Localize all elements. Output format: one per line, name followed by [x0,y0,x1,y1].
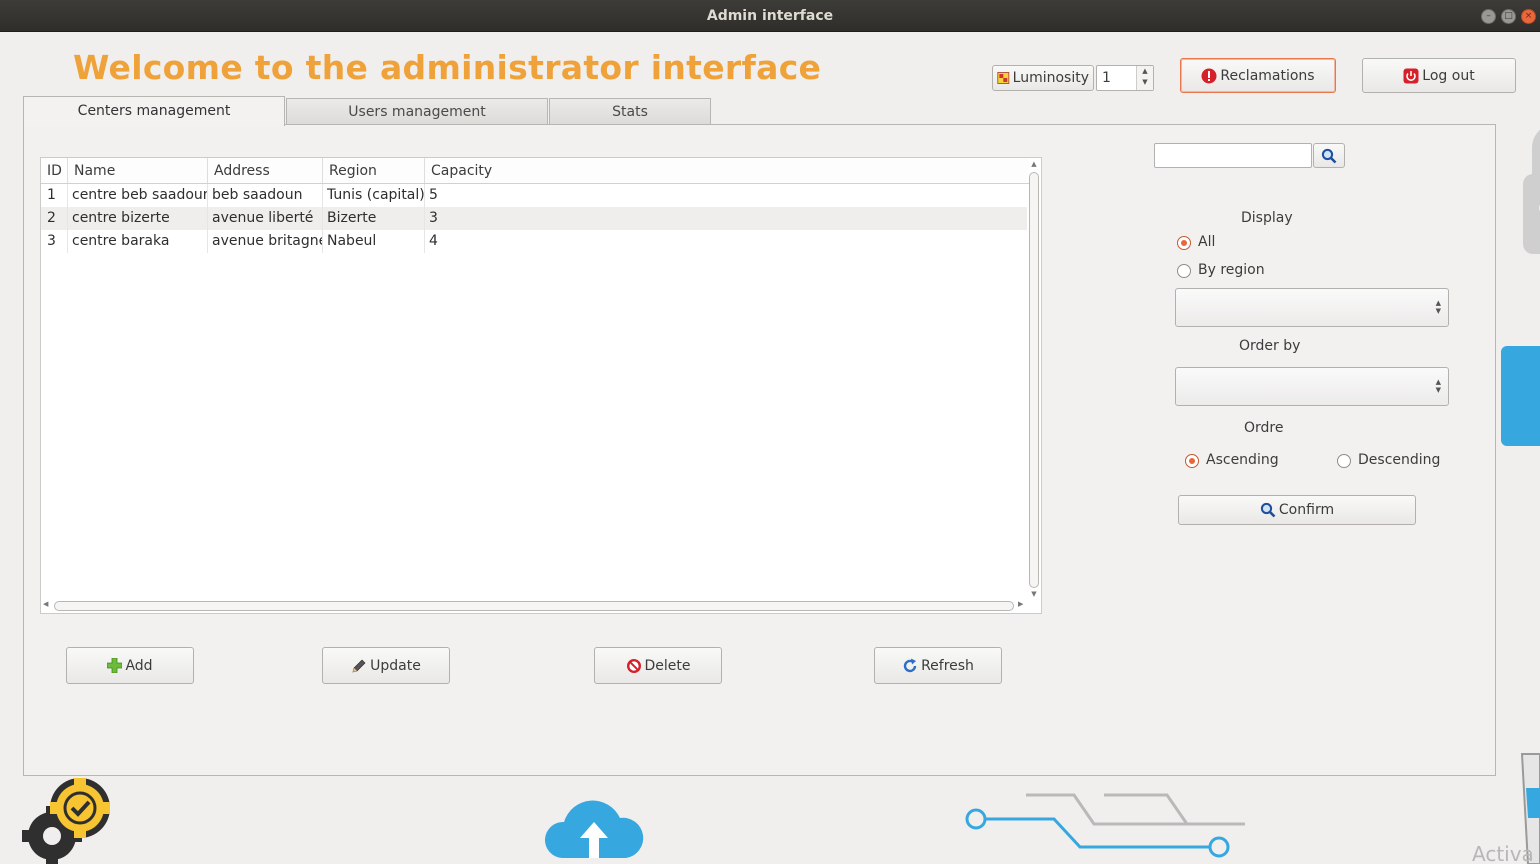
column-header-name[interactable]: Name [68,158,208,183]
descending-radio[interactable] [1337,454,1351,468]
vertical-scroll-track[interactable] [1029,172,1039,588]
table-header: ID Name Address Region Capacity [41,158,1029,184]
column-header-capacity[interactable]: Capacity [425,158,1029,183]
table-row[interactable]: 3 centre baraka avenue britagne Nabeul 4 [41,230,1027,253]
blue-decoration [1501,346,1540,446]
scroll-up-icon[interactable]: ▲ [1028,160,1040,168]
cell-id: 1 [41,184,68,207]
minimize-icon[interactable]: – [1481,9,1496,24]
window-titlebar: Admin interface – □ × [0,0,1540,32]
display-all-label[interactable]: All [1198,234,1215,250]
search-button[interactable] [1313,143,1345,168]
cell-capacity: 4 [429,233,438,249]
cloud-upload-icon [544,800,644,858]
gear-check-icon [22,778,110,864]
cell-address: avenue britagne [206,230,323,253]
display-all-radio[interactable] [1177,236,1191,250]
cell-id: 2 [41,207,68,230]
select-arrows-icon: ▲ ▼ [1435,299,1441,315]
cell-address: avenue liberté [206,207,323,230]
scroll-down-icon[interactable]: ▼ [1028,590,1040,598]
horizontal-scroll-track[interactable] [54,601,1014,611]
alert-icon [1201,68,1217,83]
refresh-button[interactable]: Refresh [874,647,1002,684]
cell-region: Tunis (capital) [321,184,425,207]
order-by-select[interactable]: ▲ ▼ [1175,367,1449,406]
display-label: Display [1241,210,1293,226]
search-icon [1321,148,1337,163]
welcome-heading: Welcome to the administrator interface [73,48,822,87]
update-label: Update [370,657,421,674]
forbidden-icon [626,658,641,673]
activation-watermark: Activa [1472,842,1534,864]
order-by-label: Order by [1239,338,1301,354]
cell-capacity: 5 [429,187,438,203]
column-header-region[interactable]: Region [323,158,425,183]
logout-label: Log out [1422,67,1475,84]
select-arrows-icon: ▲ ▼ [1435,378,1441,394]
tab-stats[interactable]: Stats [549,98,711,125]
add-label: Add [125,657,153,674]
confirm-label: Confirm [1278,502,1335,518]
refresh-label: Refresh [921,657,974,674]
display-by-region-label[interactable]: By region [1198,262,1265,278]
luminosity-value: 1 [1102,70,1111,86]
search-icon [1260,502,1276,518]
delete-button[interactable]: Delete [594,647,722,684]
window-title: Admin interface [706,8,834,24]
region-select[interactable]: ▲ ▼ [1175,288,1449,327]
centers-table[interactable]: ID Name Address Region Capacity 1 centre… [40,157,1042,614]
scroll-right-icon[interactable]: ▶ [1018,600,1023,608]
add-button[interactable]: Add [66,647,194,684]
plus-icon [107,658,123,673]
column-header-id[interactable]: ID [41,158,68,183]
scroll-left-icon[interactable]: ◀ [43,600,48,608]
refresh-icon [903,658,917,672]
confirm-button[interactable]: Confirm [1178,495,1416,525]
display-by-region-radio[interactable] [1177,264,1191,278]
cell-name: centre beb saadoun [66,184,208,207]
descending-label[interactable]: Descending [1358,452,1440,468]
spinner-arrows-icon[interactable]: ▲ ▼ [1136,66,1153,90]
ascending-label[interactable]: Ascending [1206,452,1279,468]
pencil-icon [352,659,366,672]
cell-id: 3 [41,230,68,253]
ordre-label: Ordre [1244,420,1284,436]
horizontal-scrollbar[interactable]: ◀ ▶ [41,600,1029,613]
power-icon [1403,68,1419,83]
logout-button[interactable]: Log out [1362,58,1516,93]
reclamations-button[interactable]: Reclamations [1180,58,1336,93]
cell-name: centre bizerte [66,207,208,230]
luminosity-button[interactable]: Luminosity [992,65,1094,91]
cell-region: Bizerte [321,207,425,230]
maximize-icon[interactable]: □ [1501,9,1516,24]
luminosity-spinner[interactable]: 1 ▲ ▼ [1096,65,1154,91]
vertical-scrollbar[interactable]: ▲ ▼ [1028,160,1040,600]
table-row[interactable]: 1 centre beb saadoun beb saadoun Tunis (… [41,184,1027,207]
update-button[interactable]: Update [322,647,450,684]
cell-address: beb saadoun [206,184,323,207]
reclamations-label: Reclamations [1220,67,1315,84]
search-input[interactable] [1154,143,1312,168]
close-icon[interactable]: × [1521,9,1536,24]
cell-capacity: 3 [429,210,438,226]
lock-icon [1523,129,1540,254]
ascending-radio[interactable] [1185,454,1199,468]
column-header-address[interactable]: Address [208,158,323,183]
tab-centers-management[interactable]: Centers management [23,96,285,126]
cell-region: Nabeul [321,230,425,253]
circuit-decoration [965,793,1245,858]
luminosity-icon [997,72,1010,84]
cell-name: centre baraka [66,230,208,253]
luminosity-label: Luminosity [1012,70,1089,86]
tab-users-management[interactable]: Users management [286,98,548,125]
delete-label: Delete [644,657,691,674]
table-row[interactable]: 2 centre bizerte avenue liberté Bizerte … [41,207,1027,230]
